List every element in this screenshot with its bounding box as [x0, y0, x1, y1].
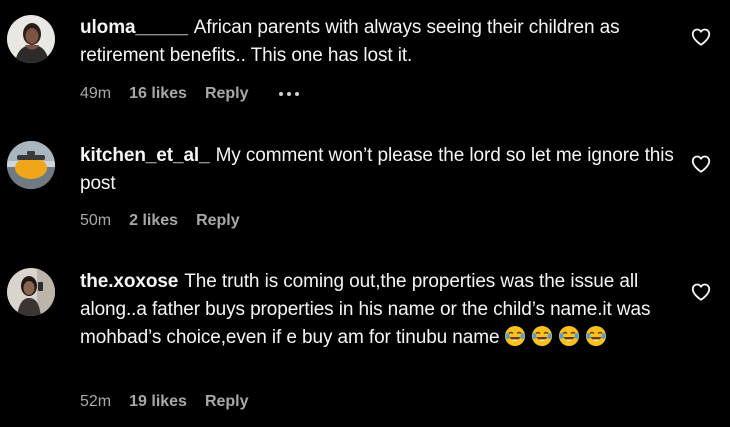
comment-text: the.xoxose The truth is coming out,the pr… [80, 268, 680, 352]
woman-selfie-avatar-icon [7, 268, 55, 316]
reply-button[interactable]: Reply [205, 84, 249, 104]
comment-time: 49m [80, 85, 112, 102]
heart-outline-icon[interactable] [690, 153, 712, 175]
comment-likes[interactable]: 19 likes [129, 392, 187, 412]
face-with-tears-of-joy-emoji [558, 325, 580, 347]
comment-meta: 50m 2 likes Reply [80, 211, 270, 231]
comment-time: 52m [80, 393, 112, 410]
avatar[interactable] [7, 15, 55, 63]
reply-button[interactable]: Reply [196, 211, 240, 231]
comment-time: 50m [80, 212, 112, 229]
heart-outline-icon[interactable] [690, 26, 712, 48]
face-with-tears-of-joy-emoji [531, 325, 553, 347]
face-with-tears-of-joy-emoji [504, 325, 526, 347]
heart-outline-icon[interactable] [690, 281, 712, 303]
more-dots-icon[interactable] [278, 84, 299, 104]
comment-username[interactable]: the.xoxose [80, 271, 178, 292]
comment-likes[interactable]: 16 likes [129, 84, 187, 104]
kitchen-pot-avatar-icon [7, 141, 55, 189]
woman-portrait-avatar-icon [7, 15, 55, 63]
avatar[interactable] [7, 268, 55, 316]
comment-username[interactable]: uloma_____ [80, 17, 188, 38]
reply-button[interactable]: Reply [205, 392, 249, 412]
avatar[interactable] [7, 141, 55, 189]
comment-meta: 49m 16 likes Reply [80, 84, 299, 104]
comment-likes[interactable]: 2 likes [129, 211, 178, 231]
comment-username[interactable]: kitchen_et_al_ [80, 145, 210, 166]
comment-text: uloma_____ African parents with always se… [80, 14, 680, 70]
comment-text: kitchen_et_al_ My comment won’t please th… [80, 142, 680, 198]
comment-meta: 52m 19 likes Reply [80, 392, 279, 412]
face-with-tears-of-joy-emoji [585, 325, 607, 347]
